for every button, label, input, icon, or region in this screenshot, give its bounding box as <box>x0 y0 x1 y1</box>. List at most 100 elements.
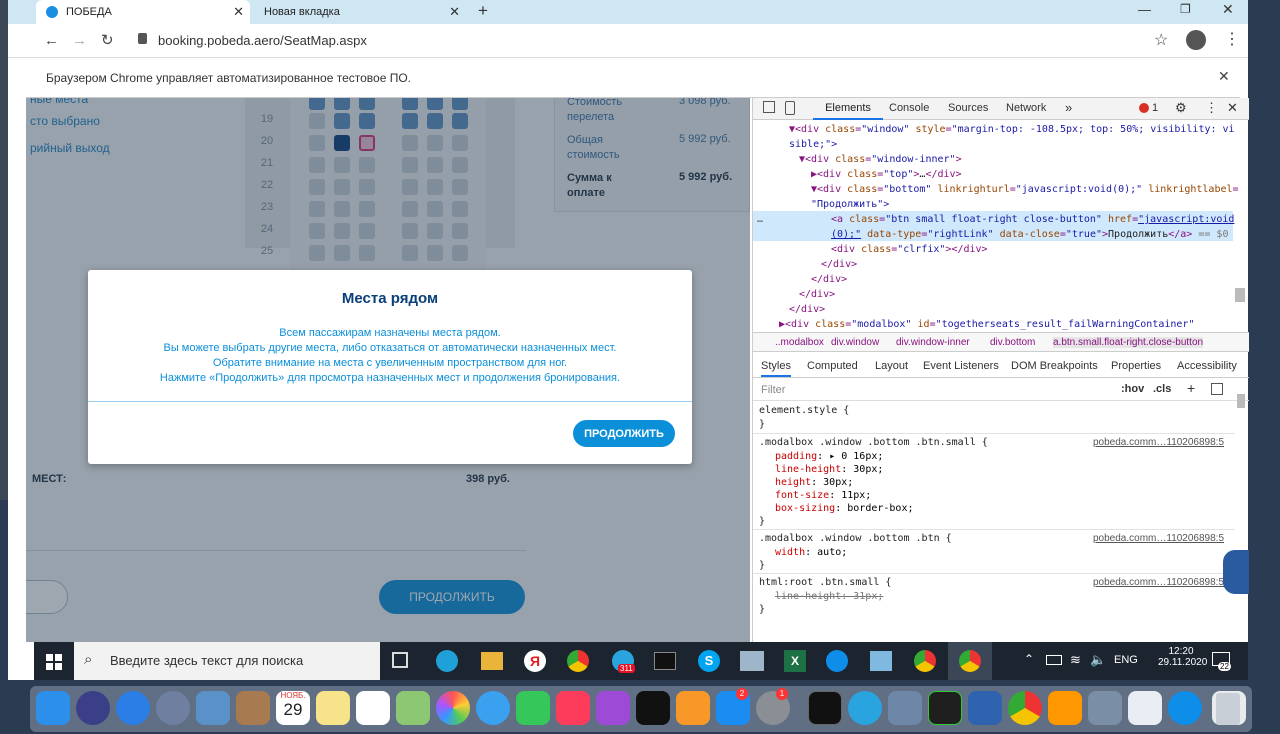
infobar-close-icon[interactable]: ✕ <box>1218 68 1230 85</box>
app-icon[interactable] <box>888 691 922 725</box>
tab-accessibility[interactable]: Accessibility <box>1177 360 1237 372</box>
app-icon[interactable] <box>870 651 892 671</box>
rdp-icon[interactable] <box>740 651 764 671</box>
excel-icon[interactable]: X <box>784 650 806 672</box>
source-link[interactable]: pobeda.comm…110206898:5 <box>1093 533 1224 544</box>
file-explorer-icon[interactable] <box>481 652 503 670</box>
dom-node[interactable]: ▶<div class="modalbox" id="togetherseats… <box>779 319 1194 330</box>
teamviewer-side-widget[interactable] <box>1223 550 1249 594</box>
telegram-icon[interactable] <box>848 691 882 725</box>
breadcrumb-item-active[interactable]: a.btn.small.float-right.close-button <box>1053 337 1204 348</box>
close-window-icon[interactable]: ✕ <box>1222 1 1234 18</box>
inspect-icon[interactable] <box>763 101 775 113</box>
hov-toggle[interactable]: :hov <box>1121 383 1144 395</box>
settings-gear-icon[interactable]: ⚙ <box>1175 100 1187 116</box>
computed-sidebar-icon[interactable] <box>1211 383 1223 395</box>
styles-scrollbar[interactable] <box>1237 394 1245 408</box>
tv-icon[interactable] <box>636 691 670 725</box>
devtools-menu-icon[interactable]: ⋮ <box>1205 100 1218 116</box>
dom-scrollbar[interactable] <box>1235 288 1245 302</box>
style-decl[interactable]: font-size: 11px; <box>775 490 871 501</box>
tab-network[interactable]: Network <box>1006 102 1046 114</box>
dom-node[interactable]: </div> <box>811 274 847 285</box>
forward-icon[interactable]: → <box>72 32 87 49</box>
search-input[interactable]: Введите здесь текст для поиска <box>110 653 303 668</box>
tab-layout[interactable]: Layout <box>875 360 908 372</box>
edge-icon[interactable] <box>436 650 458 672</box>
teamviewer-icon[interactable] <box>826 650 848 672</box>
restore-icon[interactable]: ❐ <box>1180 2 1191 16</box>
language-indicator[interactable]: ENG <box>1114 654 1138 666</box>
new-tab-button[interactable]: + <box>478 1 488 21</box>
cls-toggle[interactable]: .cls <box>1153 383 1171 395</box>
style-decl[interactable]: line-height: 30px; <box>775 464 883 475</box>
trash-icon[interactable] <box>1216 693 1240 725</box>
calendar-icon[interactable]: НОЯБ. 29 <box>276 691 310 725</box>
tab-computed[interactable]: Computed <box>807 360 858 372</box>
contacts-icon[interactable] <box>236 691 270 725</box>
maps-icon[interactable] <box>396 691 430 725</box>
teamviewer-icon[interactable] <box>1168 691 1202 725</box>
dom-node[interactable]: ▼<div class="window" style="margin-top: … <box>789 124 1235 135</box>
battery-icon[interactable] <box>1046 655 1062 665</box>
dom-node[interactable]: </div> <box>821 259 857 270</box>
style-decl[interactable]: width: auto; <box>775 547 847 558</box>
chrome-icon[interactable] <box>1008 691 1042 725</box>
yandex-icon[interactable]: Я <box>524 650 546 672</box>
taskbar-active-app[interactable] <box>948 642 992 680</box>
source-link[interactable]: pobeda.comm…110206898:5 <box>1093 437 1224 448</box>
tray-chevron-icon[interactable]: ⌃ <box>1024 652 1034 666</box>
profile-avatar-icon[interactable] <box>1186 30 1206 50</box>
reminders-icon[interactable] <box>356 691 390 725</box>
modal-continue-button[interactable]: ПРОДОЛЖИТЬ <box>573 420 675 447</box>
facetime-icon[interactable] <box>516 691 550 725</box>
finder-icon[interactable] <box>36 691 70 725</box>
menu-dots-icon[interactable]: ⋮ <box>1224 29 1240 49</box>
tab-pobeda[interactable]: ПОБЕДА ✕ <box>36 0 250 24</box>
dom-node[interactable]: ▶<div class="top">…</div> <box>811 169 962 180</box>
reload-icon[interactable]: ↻ <box>101 31 114 49</box>
safari-icon[interactable] <box>116 691 150 725</box>
device-toggle-icon[interactable] <box>785 101 795 115</box>
taskbar-search-box[interactable]: ⌕ Введите здесь текст для поиска <box>74 642 380 680</box>
messages-icon[interactable] <box>476 691 510 725</box>
breadcrumb-item[interactable]: div.window <box>831 337 879 348</box>
dom-node[interactable]: ▼<div class="window-inner"> <box>799 154 962 165</box>
window-preview-icon[interactable] <box>1128 691 1162 725</box>
chrome-icon[interactable] <box>914 650 936 672</box>
books-icon[interactable] <box>676 691 710 725</box>
url-field[interactable]: booking.pobeda.aero/SeatMap.aspx <box>158 33 367 48</box>
tab-console[interactable]: Console <box>889 102 929 114</box>
style-decl[interactable]: box-sizing: border-box; <box>775 503 914 514</box>
error-icon[interactable] <box>1139 103 1149 113</box>
terminal-icon[interactable] <box>808 691 842 725</box>
more-tabs-icon[interactable]: » <box>1065 100 1072 115</box>
back-icon[interactable]: ← <box>44 32 59 49</box>
source-link[interactable]: pobeda.comm…110206898:5 <box>1093 577 1224 588</box>
tab-elements[interactable]: Elements <box>813 98 883 120</box>
virtualbox-icon[interactable] <box>968 691 1002 725</box>
pycharm-icon[interactable] <box>928 691 962 725</box>
tab-new[interactable]: Новая вкладка ✕ <box>254 0 466 24</box>
devtools-close-icon[interactable]: ✕ <box>1227 100 1238 116</box>
add-rule-icon[interactable]: + <box>1187 380 1195 396</box>
task-view-icon[interactable] <box>392 652 408 668</box>
photos-icon[interactable] <box>436 691 470 725</box>
breadcrumb-item[interactable]: ..modalbox <box>775 337 824 348</box>
filter-input[interactable]: Filter <box>761 384 785 396</box>
style-decl[interactable]: padding: ▸ 0 16px; <box>775 451 883 462</box>
tab-sources[interactable]: Sources <box>948 102 988 114</box>
dom-node[interactable]: ▼<div class="bottom" linkrighturl="javas… <box>811 184 1239 195</box>
bookmark-star-icon[interactable]: ☆ <box>1154 30 1168 50</box>
mail-icon[interactable] <box>196 691 230 725</box>
volume-icon[interactable]: 🔈 <box>1090 652 1106 668</box>
dom-node[interactable]: <div class="clrfix"></div> <box>831 244 988 255</box>
tab-styles[interactable]: Styles <box>761 360 791 377</box>
dom-node[interactable]: </div> <box>799 289 835 300</box>
wifi-icon[interactable]: ≋ <box>1070 652 1081 668</box>
style-decl[interactable]: height: 30px; <box>775 477 853 488</box>
start-icon[interactable] <box>46 654 62 670</box>
podcasts-icon[interactable] <box>596 691 630 725</box>
style-decl-overridden[interactable]: line-height: 31px; <box>775 591 883 602</box>
siri-icon[interactable] <box>76 691 110 725</box>
